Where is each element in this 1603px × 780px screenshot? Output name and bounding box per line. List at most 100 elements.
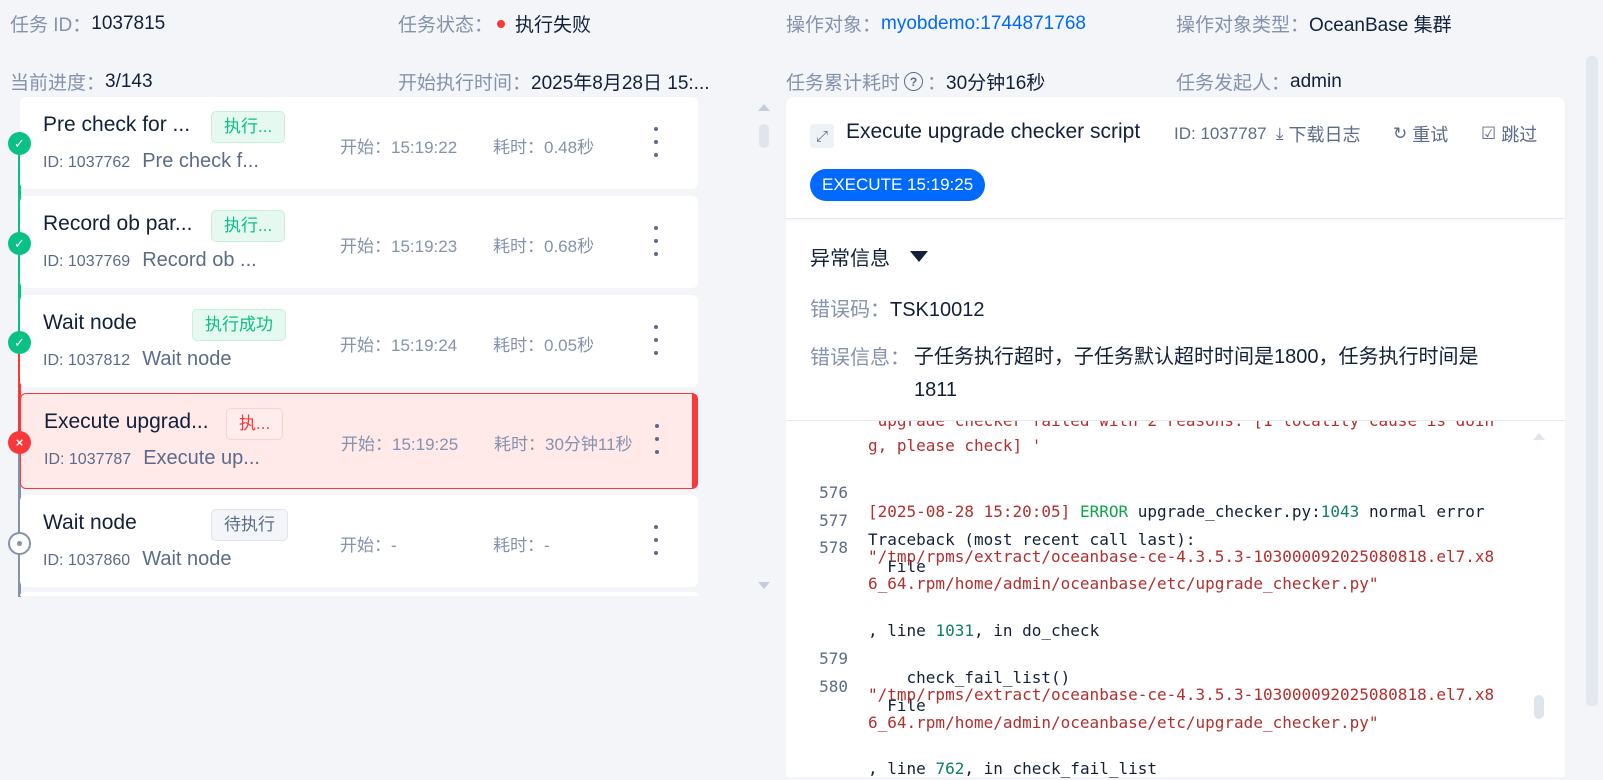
exception-title: 异常信息: [810, 248, 890, 270]
error-msg-label: 错误信息：: [810, 347, 910, 369]
task-detail-panel: ⤢ Execute upgrade checker script ID: 103…: [786, 97, 1565, 780]
task-status-tag: 执行成功: [192, 309, 286, 341]
task-title: Pre check for ...: [43, 113, 191, 136]
log-viewer[interactable]: 'upgrade checker failed with 2 reasons: …: [786, 420, 1565, 780]
task-id-value: 1037815: [91, 12, 166, 34]
task-status-tag: 执行...: [211, 210, 286, 242]
exception-toggle[interactable]: 异常信息: [810, 242, 928, 271]
task-card[interactable]: Pre check for ... 执行... ID: 1037762 Pre c…: [20, 97, 698, 189]
more-icon[interactable]: [652, 226, 660, 256]
log-scroll-up-arrow[interactable]: [1533, 433, 1545, 440]
more-icon[interactable]: [653, 424, 661, 454]
task-duration: 耗时：0.68秒: [493, 237, 595, 256]
list-scrollbar-thumb[interactable]: [759, 124, 769, 148]
download-label: 下载日志: [1288, 125, 1361, 145]
error-icon: ×: [8, 431, 31, 454]
skip-label: 跳过: [1501, 125, 1538, 145]
target-link[interactable]: myobdemo:1744871768: [881, 13, 1086, 35]
task-desc: Record ob ...: [142, 249, 257, 271]
progress-value: 3/143: [105, 70, 153, 92]
log-scrollbar-thumb[interactable]: [1534, 695, 1544, 719]
refresh-icon: ↻: [1393, 124, 1408, 143]
download-log-button[interactable]: ⤓ 下载日志: [1276, 121, 1361, 147]
retry-button[interactable]: ↻ 重试: [1393, 121, 1448, 147]
expand-icon[interactable]: ⤢: [810, 124, 834, 148]
task-start: 开始：15:19:25: [341, 435, 459, 454]
detail-id: ID: 1037787: [1174, 124, 1267, 143]
scroll-up-arrow[interactable]: [758, 104, 770, 111]
start-time-label: 开始执行时间：: [398, 73, 532, 94]
download-icon: ⤓: [1276, 124, 1284, 143]
progress-field: 当前进度： 3/143: [10, 68, 153, 95]
error-code-value: TSK10012: [890, 299, 985, 321]
target-label: 操作对象：: [786, 15, 882, 36]
check-icon: ✓: [8, 232, 31, 255]
task-status-tag: 执行...: [211, 111, 286, 143]
task-id: ID: 1037812: [43, 352, 131, 369]
scroll-down-arrow[interactable]: [758, 582, 770, 589]
task-card-selected[interactable]: Execute upgrad... 执... ID: 1037787 Execut…: [20, 393, 698, 489]
target-field: 操作对象： myobdemo:1744871768: [786, 10, 1086, 37]
initiator-value: admin: [1290, 70, 1342, 92]
task-card[interactable]: Wait node 执行成功 ID: 1037812 Wait node 开始：1…: [20, 295, 698, 387]
more-icon[interactable]: [652, 525, 660, 555]
elapsed-label: 任务累计耗时: [786, 73, 901, 94]
task-status-value: 执行失败: [515, 15, 592, 36]
task-card[interactable]: Record ob par... 执行... ID: 1037769 Record…: [20, 196, 698, 288]
status-dot-icon: [497, 19, 506, 28]
task-title: Wait node: [43, 311, 137, 334]
start-time-value: 2025年8月28日 15:...: [531, 73, 710, 94]
pending-icon: [8, 532, 31, 555]
task-duration: 耗时：0.05秒: [493, 336, 595, 355]
task-title: Record ob par...: [43, 212, 193, 235]
task-start: 开始：15:19:24: [340, 336, 458, 355]
task-start: 开始：15:19:23: [340, 237, 458, 256]
line-number: 578: [819, 538, 848, 557]
task-desc: Execute up...: [143, 447, 260, 469]
initiator-label: 任务发起人：: [1176, 73, 1291, 94]
task-id-field: 任务 ID： 1037815: [10, 10, 165, 37]
task-start: 开始：15:19:22: [340, 138, 458, 157]
skip-button[interactable]: ☑ 跳过: [1481, 121, 1537, 147]
task-title: Execute upgrad...: [44, 410, 209, 433]
task-id: ID: 1037769: [43, 253, 131, 270]
task-id: ID: 1037787: [44, 451, 132, 468]
next-card-edge: [20, 592, 698, 596]
page-scrollbar-thumb[interactable]: [1586, 56, 1598, 706]
task-status-tag: 待执行: [211, 509, 288, 541]
task-status-field: 任务状态： 执行失败: [398, 10, 591, 37]
check-icon: ✓: [8, 331, 31, 354]
task-title: Wait node: [43, 511, 137, 534]
task-start: 开始：-: [340, 536, 397, 555]
target-type-field: 操作对象类型： OceanBase 集群: [1176, 10, 1452, 37]
initiator-field: 任务发起人： admin: [1176, 68, 1342, 95]
help-icon[interactable]: ?: [904, 72, 924, 91]
start-time-field: 开始执行时间： 2025年8月28日 15:...: [398, 68, 710, 95]
task-duration: 耗时：0.48秒: [493, 138, 595, 157]
task-desc: Wait node: [142, 548, 232, 570]
task-card[interactable]: Wait node 待执行 ID: 1037860 Wait node 开始：- …: [20, 495, 698, 587]
task-status-label: 任务状态：: [398, 15, 494, 36]
check-icon: ✓: [8, 132, 31, 155]
error-msg-value: 子任务执行超时，子任务默认超时时间是1800，任务执行时间是1811: [914, 346, 1479, 401]
error-code-label: 错误码：: [810, 299, 890, 321]
log-line: , line 762, in check_fail_list: [868, 759, 1157, 778]
more-icon[interactable]: [652, 127, 660, 157]
caret-down-icon: [910, 251, 928, 262]
detail-title: Execute upgrade checker script: [846, 120, 1141, 143]
retry-label: 重试: [1412, 125, 1449, 145]
elapsed-field: 任务累计耗时 ? ： 30分钟16秒: [786, 68, 1045, 95]
target-type-value: OceanBase 集群: [1309, 15, 1452, 36]
error-msg-label-row: 错误信息：: [810, 341, 910, 370]
line-number: 580: [819, 677, 848, 696]
execute-badge: EXECUTE 15:19:25: [810, 169, 986, 201]
task-id: ID: 1037762: [43, 154, 131, 171]
more-icon[interactable]: [652, 325, 660, 355]
detail-header: ⤢ Execute upgrade checker script ID: 103…: [786, 97, 1565, 219]
task-desc: Wait node: [142, 348, 232, 370]
task-id: ID: 1037860: [43, 552, 131, 569]
target-type-label: 操作对象类型：: [1176, 15, 1310, 36]
task-status-tag: 执...: [226, 408, 284, 440]
elapsed-value: 30分钟16秒: [946, 73, 1046, 94]
task-desc: Pre check f...: [142, 150, 259, 172]
